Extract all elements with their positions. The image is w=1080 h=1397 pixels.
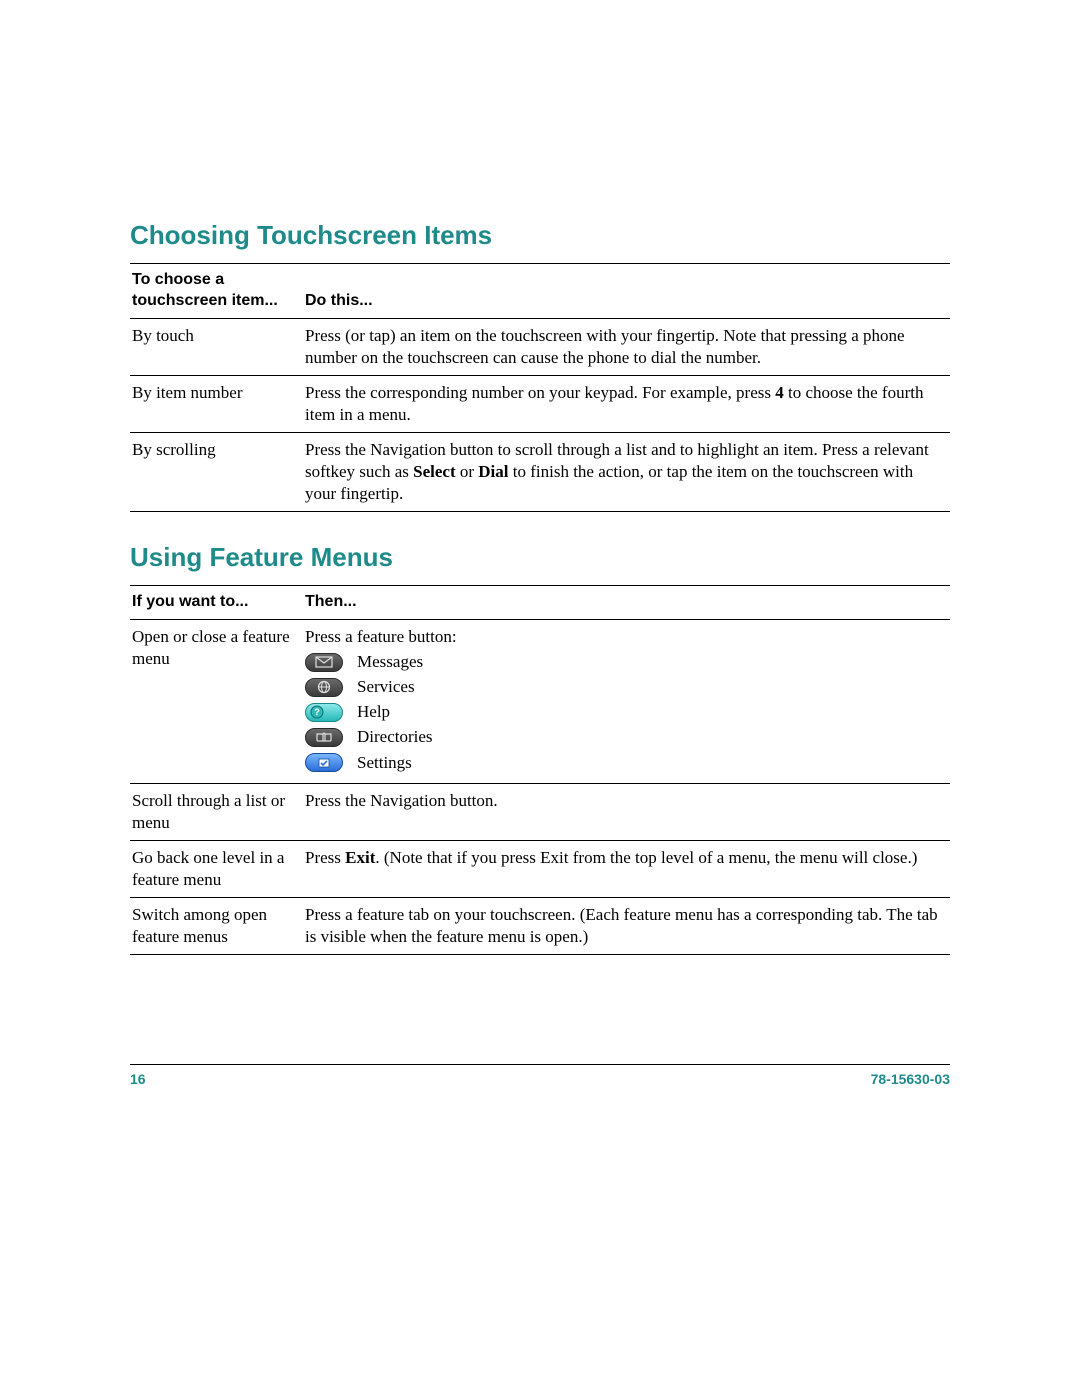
cell-by-scrolling: By scrolling [130,432,303,511]
th-line1: To choose a [132,271,224,288]
cell-scroll: Scroll through a list or menu [130,783,303,840]
feature-messages: Messages [305,651,944,673]
feature-label: Settings [357,752,412,774]
heading-feature-menus: Using Feature Menus [130,542,950,573]
th-if-you-want: If you want to... [130,586,303,620]
cell-by-item-number: By item number [130,375,303,432]
th-touchscreen-item: To choose a touchscreen item... [130,264,303,319]
feature-directories: Directories [305,726,944,748]
help-icon: ? [305,703,343,722]
svg-text:?: ? [314,707,320,717]
footer: 16 78-15630-03 [130,1064,950,1087]
table-choosing: To choose a touchscreen item... Do this.… [130,263,950,512]
table-row: Go back one level in a feature menu Pres… [130,840,950,897]
table-feature-menus: If you want to... Then... Open or close … [130,585,950,955]
cell-by-scrolling-desc: Press the Navigation button to scroll th… [303,432,950,511]
page: Choosing Touchscreen Items To choose a t… [0,0,1080,1397]
table-row: By touch Press (or tap) an item on the t… [130,318,950,375]
cell-by-touch: By touch [130,318,303,375]
cell-open-close: Open or close a feature menu [130,620,303,784]
services-icon [305,678,343,697]
feature-label: Messages [357,651,423,673]
table-row: Switch among open feature menus Press a … [130,897,950,954]
feature-label: Services [357,676,415,698]
feature-services: Services [305,676,944,698]
cell-scroll-desc: Press the Navigation button. [303,783,950,840]
settings-icon [305,753,343,772]
cell-open-close-desc: Press a feature button: Messages Service… [303,620,950,784]
page-number: 16 [130,1071,146,1087]
heading-choosing: Choosing Touchscreen Items [130,220,950,251]
feature-intro: Press a feature button: [305,626,944,648]
table-row: Scroll through a list or menu Press the … [130,783,950,840]
directories-icon [305,728,343,747]
th-then: Then... [303,586,950,620]
th-do-this: Do this... [303,264,950,319]
cell-back: Go back one level in a feature menu [130,840,303,897]
cell-switch: Switch among open feature menus [130,897,303,954]
feature-help: ? Help [305,701,944,723]
cell-back-desc: Press Exit. (Note that if you press Exit… [303,840,950,897]
cell-by-item-number-desc: Press the corresponding number on your k… [303,375,950,432]
table-row: By scrolling Press the Navigation button… [130,432,950,511]
cell-switch-desc: Press a feature tab on your touchscreen.… [303,897,950,954]
messages-icon [305,653,343,672]
feature-settings: Settings [305,752,944,774]
table-row: Open or close a feature menu Press a fea… [130,620,950,784]
feature-label: Directories [357,726,433,748]
doc-number: 78-15630-03 [871,1071,950,1087]
cell-by-touch-desc: Press (or tap) an item on the touchscree… [303,318,950,375]
table-row: By item number Press the corresponding n… [130,375,950,432]
th-line2: touchscreen item... [132,292,278,309]
feature-label: Help [357,701,390,723]
